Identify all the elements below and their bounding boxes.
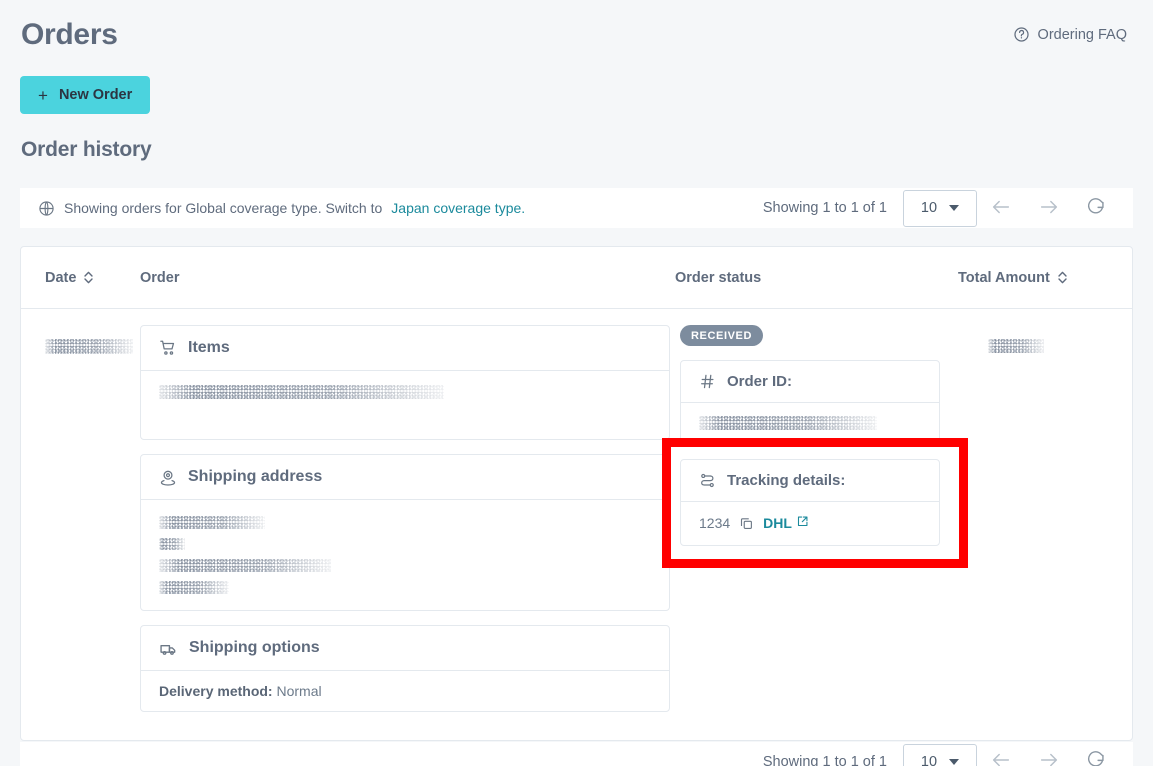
column-header-date[interactable]: Date: [45, 270, 140, 286]
new-order-button[interactable]: + New Order: [20, 76, 151, 114]
shipping-options-card-body: Delivery method: Normal: [141, 671, 669, 711]
ordering-faq-link[interactable]: Ordering FAQ: [1013, 26, 1127, 43]
plus-icon: +: [38, 85, 48, 105]
redacted-address-line: [159, 516, 265, 529]
route-icon: [699, 472, 716, 489]
column-header-order-status: Order status: [675, 270, 958, 286]
chevron-down-icon: [949, 759, 960, 765]
shipping-options-card: Shipping options Delivery method: Normal: [140, 625, 670, 712]
chevron-down-icon: [949, 205, 960, 211]
coverage-notice: Showing orders for Global coverage type.…: [38, 200, 525, 217]
carrier-name: DHL: [763, 515, 792, 531]
arrow-left-icon: [990, 196, 1012, 221]
order-id-card-title: Order ID:: [727, 373, 793, 390]
column-header-total-amount-label: Total Amount: [958, 269, 1050, 286]
page-size-select[interactable]: 10: [903, 189, 977, 227]
orders-table: Date Order Order status Total Amount Ite…: [20, 246, 1133, 741]
coverage-text: Showing orders for Global coverage type.…: [64, 200, 383, 216]
column-header-order-label: Order: [140, 269, 180, 286]
shipping-options-card-title: Shipping options: [189, 639, 320, 656]
arrow-right-icon: [1038, 196, 1060, 221]
switch-coverage-link[interactable]: Japan coverage type.: [391, 200, 525, 216]
shipping-options-card-header: Shipping options: [141, 626, 669, 671]
table-header-row: Date Order Order status Total Amount: [21, 247, 1132, 309]
page-title: Orders: [21, 18, 118, 51]
hash-icon: [699, 373, 716, 390]
refresh-icon: [1085, 196, 1106, 220]
redacted-order-id: [699, 416, 877, 430]
next-page-button[interactable]: [1025, 188, 1073, 228]
tracking-details-card-title: Tracking details:: [727, 472, 846, 489]
globe-icon: [38, 200, 55, 217]
redacted-address-line: [159, 538, 185, 550]
cell-order: Items Shipping address Shipping options …: [140, 325, 675, 712]
previous-page-button[interactable]: [977, 188, 1025, 228]
cell-date: [45, 325, 140, 712]
page-header: Orders Ordering FAQ: [0, 0, 1153, 66]
column-header-order: Order: [140, 270, 675, 286]
previous-page-button-bottom[interactable]: [977, 742, 1025, 766]
arrow-right-icon: [1038, 749, 1060, 766]
refresh-icon: [1085, 749, 1106, 766]
delivery-method-label: Delivery method:: [159, 683, 273, 699]
redacted-date: [45, 339, 133, 354]
sort-icon: [1057, 270, 1068, 285]
showing-count-label-bottom: Showing 1 to 1 of 1: [762, 754, 887, 766]
column-header-order-status-label: Order status: [675, 269, 762, 286]
orders-toolbar-bottom: Showing 1 to 1 of 1 10: [20, 742, 1133, 766]
tracking-details-card: Tracking details: 1234 DHL: [680, 459, 940, 546]
refresh-button[interactable]: [1073, 188, 1117, 228]
map-pin-icon: [159, 468, 177, 486]
shipping-address-card-body: [141, 500, 669, 610]
order-id-card-body: [681, 403, 939, 444]
orders-toolbar: Showing orders for Global coverage type.…: [20, 188, 1133, 228]
pagination-controls: Showing 1 to 1 of 1 10: [763, 188, 1117, 228]
copy-icon[interactable]: [739, 516, 754, 531]
status-badge: RECEIVED: [680, 325, 764, 346]
cell-order-status: RECEIVED Order ID: Tracking details: 123…: [675, 325, 958, 712]
orders-page: Orders Ordering FAQ + New Order Order hi…: [0, 0, 1153, 766]
redacted-total-amount: [988, 339, 1044, 353]
items-card-header: Items: [141, 326, 669, 371]
page-size-select-bottom[interactable]: 10: [903, 743, 977, 766]
tracking-row: 1234 DHL: [699, 515, 921, 531]
tracking-details-card-body: 1234 DHL: [681, 502, 939, 545]
question-circle-icon: [1013, 26, 1030, 43]
redacted-address-line: [159, 581, 229, 594]
shopping-cart-icon: [159, 339, 177, 357]
next-page-button-bottom[interactable]: [1025, 742, 1073, 766]
column-header-date-label: Date: [45, 269, 77, 286]
redacted-address-line: [159, 559, 331, 572]
delivery-method-value: Normal: [276, 683, 322, 699]
tracking-details-card-header: Tracking details:: [681, 460, 939, 502]
order-id-card: Order ID:: [680, 360, 940, 445]
redacted-item-text: [159, 385, 444, 399]
items-card-body: [141, 371, 669, 439]
page-size-value: 10: [920, 200, 938, 216]
items-card: Items: [140, 325, 670, 440]
external-link-icon: [796, 515, 809, 531]
showing-count-label: Showing 1 to 1 of 1: [762, 200, 887, 216]
shipping-address-card-title: Shipping address: [188, 468, 323, 485]
new-order-label: New Order: [58, 87, 133, 103]
refresh-button-bottom[interactable]: [1073, 742, 1117, 766]
order-id-card-header: Order ID:: [681, 361, 939, 403]
arrow-left-icon: [990, 749, 1012, 766]
column-header-total-amount[interactable]: Total Amount: [958, 270, 1108, 286]
order-history-title: Order history: [21, 138, 152, 161]
ordering-faq-label: Ordering FAQ: [1037, 26, 1127, 43]
items-card-title: Items: [188, 339, 230, 356]
sort-icon: [83, 270, 94, 285]
truck-icon: [159, 639, 178, 658]
carrier-tracking-link[interactable]: DHL: [763, 515, 809, 531]
shipping-address-card: Shipping address: [140, 454, 670, 611]
tracking-number: 1234: [699, 515, 731, 531]
page-size-value-bottom: 10: [920, 754, 938, 766]
shipping-address-card-header: Shipping address: [141, 455, 669, 500]
table-row: Items Shipping address Shipping options …: [21, 309, 1132, 740]
cell-total-amount: [958, 325, 1108, 712]
